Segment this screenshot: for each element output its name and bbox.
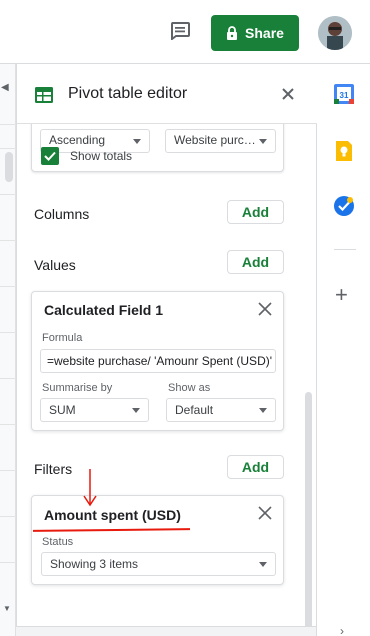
grid-line — [0, 124, 16, 125]
status-label: Status — [42, 536, 74, 548]
remove-value-icon[interactable] — [258, 302, 272, 316]
filter-status-value: Showing 3 items — [50, 557, 139, 571]
share-button[interactable]: Share — [211, 15, 299, 51]
calendar-day: 31 — [340, 91, 349, 100]
filter-card: Amount spent (USD) Status Showing 3 item… — [31, 495, 284, 585]
share-button-label: Share — [245, 25, 284, 41]
grid-line — [0, 194, 16, 195]
show-as-value: Default — [175, 403, 214, 417]
sort-by-value: Website purc… — [174, 133, 256, 147]
google-keep-icon[interactable] — [334, 141, 354, 161]
comment-icon[interactable] — [170, 22, 190, 40]
scroll-left-icon[interactable]: ◀ — [1, 82, 9, 93]
side-panel-rail: 31 + › — [316, 64, 370, 636]
sort-by-select[interactable]: Website purc… — [165, 129, 276, 153]
chevron-down-icon — [133, 139, 141, 144]
sort-order-value: Ascending — [49, 133, 106, 147]
rows-card: Ascending Website purc… — [31, 124, 284, 172]
values-label: Values — [34, 257, 76, 273]
rail-divider — [334, 249, 356, 250]
formula-label: Formula — [42, 332, 83, 344]
spreadsheet-edge: ◀ ▼ — [0, 64, 16, 636]
user-avatar[interactable] — [318, 16, 352, 50]
formula-input[interactable]: =website purchase/ 'Amounr Spent (USD)' — [40, 349, 276, 373]
chevron-right-icon[interactable]: › — [340, 624, 344, 636]
chevron-down-icon — [259, 562, 267, 567]
pivot-table-icon — [35, 87, 53, 103]
calculated-field-card: Calculated Field 1 Formula =website purc… — [31, 291, 284, 431]
editor-header: Pivot table editor — [17, 64, 317, 124]
grid-line — [0, 516, 16, 517]
chevron-down-icon — [259, 408, 267, 413]
sheet-scrollbar[interactable] — [5, 152, 13, 182]
editor-scrollbar[interactable] — [305, 392, 312, 632]
chevron-down-icon — [259, 139, 267, 144]
add-column-label: Add — [241, 204, 270, 220]
show-as-select[interactable]: Default — [166, 398, 276, 422]
show-totals-checkbox[interactable] — [41, 147, 59, 165]
google-tasks-icon[interactable] — [334, 196, 354, 216]
checkmark-icon — [44, 151, 56, 161]
editor-body: Ascending Website purc… Show totals Colu… — [17, 124, 317, 636]
grid-line — [0, 148, 16, 149]
red-arrow-annotation — [83, 469, 97, 507]
chevron-down-icon — [132, 408, 140, 413]
calculated-field-title: Calculated Field 1 — [44, 302, 164, 318]
add-value-label: Add — [241, 254, 270, 270]
add-value-button[interactable]: Add — [227, 250, 284, 274]
grid-line — [0, 378, 16, 379]
add-filter-label: Add — [241, 459, 270, 475]
grid-line — [0, 332, 16, 333]
filters-label: Filters — [34, 461, 73, 477]
grid-line — [0, 240, 16, 241]
close-icon[interactable] — [280, 86, 296, 102]
grid-line — [0, 286, 16, 287]
show-totals-label: Show totals — [70, 149, 133, 163]
pivot-table-editor: Pivot table editor Ascending Website pur… — [16, 64, 317, 636]
summarise-by-label: Summarise by — [42, 382, 113, 394]
columns-label: Columns — [34, 206, 90, 222]
grid-line — [0, 562, 16, 563]
bottom-scroll-area — [16, 626, 316, 636]
add-icon[interactable]: + — [335, 284, 348, 306]
remove-filter-icon[interactable] — [258, 506, 272, 520]
filter-title: Amount spent (USD) — [44, 507, 181, 523]
grid-line — [0, 424, 16, 425]
scroll-down-icon[interactable]: ▼ — [3, 604, 11, 613]
show-as-label: Show as — [168, 382, 211, 394]
google-calendar-icon[interactable]: 31 — [334, 84, 354, 104]
add-column-button[interactable]: Add — [227, 200, 284, 224]
summarise-by-value: SUM — [49, 403, 76, 417]
grid-line — [0, 470, 16, 471]
filter-status-select[interactable]: Showing 3 items — [41, 552, 276, 576]
lock-icon — [227, 26, 238, 40]
add-filter-button[interactable]: Add — [227, 455, 284, 479]
editor-title: Pivot table editor — [68, 85, 188, 102]
summarise-by-select[interactable]: SUM — [40, 398, 149, 422]
top-bar: Share — [0, 0, 370, 64]
